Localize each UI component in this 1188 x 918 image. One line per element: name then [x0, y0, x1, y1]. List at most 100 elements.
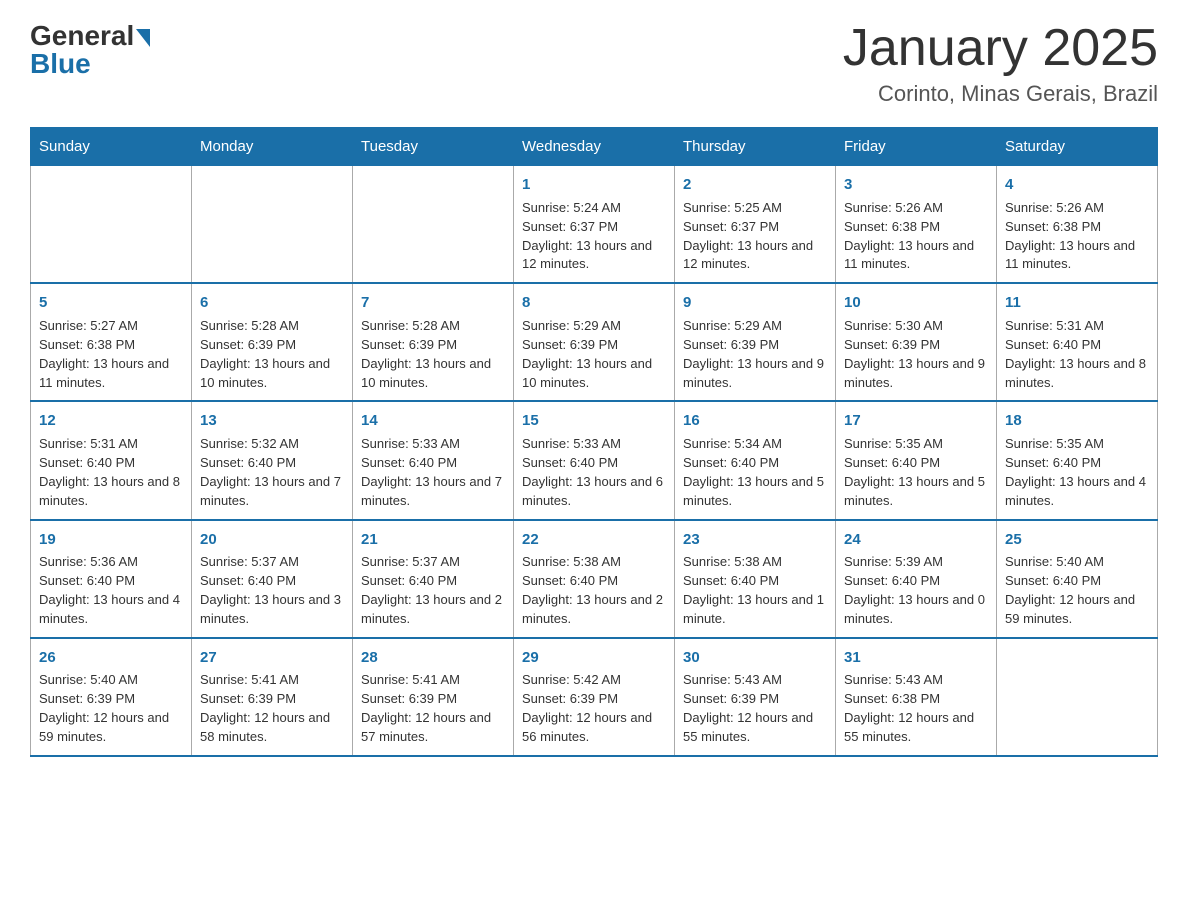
calendar-cell: 25Sunrise: 5:40 AMSunset: 6:40 PMDayligh… [997, 520, 1158, 638]
day-info: Daylight: 13 hours and 5 minutes. [683, 473, 827, 511]
calendar-cell: 31 Sunrise: 5:43 AMSunset: 6:38 PMDayligh… [836, 638, 997, 756]
day-info: Sunrise: 5:38 AM [683, 553, 827, 572]
day-number: 14 [361, 410, 505, 432]
day-number: 22 [522, 529, 666, 551]
calendar-cell: 4 Sunrise: 5:26 AMSunset: 6:38 PMDaylight… [997, 166, 1158, 284]
day-info: Sunset: 6:39 PM [683, 336, 827, 355]
calendar-cell: 11Sunrise: 5:31 AMSunset: 6:40 PMDayligh… [997, 283, 1158, 401]
day-number: 26 [39, 647, 183, 669]
logo-blue-text: Blue [30, 48, 91, 80]
day-info: Sunset: 6:38 PM [1005, 218, 1149, 237]
day-number: 27 [200, 647, 344, 669]
day-info: Sunrise: 5:37 AM [361, 553, 505, 572]
day-info: Sunset: 6:40 PM [844, 572, 988, 591]
day-info: Sunrise: 5:43 AM [844, 671, 988, 690]
day-info: Sunset: 6:39 PM [361, 690, 505, 709]
day-number: 31 [844, 647, 988, 669]
calendar-cell: 18Sunrise: 5:35 AMSunset: 6:40 PMDayligh… [997, 401, 1158, 519]
day-info: Daylight: 13 hours and 7 minutes. [200, 473, 344, 511]
day-info: Sunrise: 5:26 AM [1005, 199, 1149, 218]
calendar-cell: 16Sunrise: 5:34 AMSunset: 6:40 PMDayligh… [675, 401, 836, 519]
day-info: Sunset: 6:40 PM [844, 454, 988, 473]
day-info: Daylight: 13 hours and 4 minutes. [1005, 473, 1149, 511]
calendar-table: SundayMondayTuesdayWednesdayThursdayFrid… [30, 127, 1158, 757]
calendar-week-3: 12Sunrise: 5:31 AMSunset: 6:40 PMDayligh… [31, 401, 1158, 519]
day-info: Daylight: 12 hours and 58 minutes. [200, 709, 344, 747]
day-info: Sunrise: 5:42 AM [522, 671, 666, 690]
calendar-cell: 15Sunrise: 5:33 AMSunset: 6:40 PMDayligh… [514, 401, 675, 519]
day-number: 29 [522, 647, 666, 669]
calendar-cell: 5Sunrise: 5:27 AMSunset: 6:38 PMDaylight… [31, 283, 192, 401]
weekday-header-monday: Monday [192, 128, 353, 166]
day-info: Sunrise: 5:26 AM [844, 199, 988, 218]
day-number: 8 [522, 292, 666, 314]
day-number: 19 [39, 529, 183, 551]
calendar-cell: 7Sunrise: 5:28 AMSunset: 6:39 PMDaylight… [353, 283, 514, 401]
calendar-cell: 1Sunrise: 5:24 AMSunset: 6:37 PMDaylight… [514, 166, 675, 284]
calendar-cell: 9Sunrise: 5:29 AMSunset: 6:39 PMDaylight… [675, 283, 836, 401]
calendar-cell: 29Sunrise: 5:42 AMSunset: 6:39 PMDayligh… [514, 638, 675, 756]
day-info: Sunset: 6:40 PM [361, 454, 505, 473]
day-info: Daylight: 13 hours and 2 minutes. [361, 591, 505, 629]
calendar-cell: 13Sunrise: 5:32 AMSunset: 6:40 PMDayligh… [192, 401, 353, 519]
day-info: Sunset: 6:37 PM [683, 218, 827, 237]
day-info: Sunrise: 5:25 AM [683, 199, 827, 218]
title-block: January 2025 Corinto, Minas Gerais, Braz… [843, 20, 1158, 107]
day-info: Sunset: 6:38 PM [844, 690, 988, 709]
day-info: Sunrise: 5:36 AM [39, 553, 183, 572]
calendar-cell: 28Sunrise: 5:41 AMSunset: 6:39 PMDayligh… [353, 638, 514, 756]
calendar-cell: 19 Sunrise: 5:36 AMSunset: 6:40 PMDayligh… [31, 520, 192, 638]
calendar-cell: 20Sunrise: 5:37 AMSunset: 6:40 PMDayligh… [192, 520, 353, 638]
weekday-header-sunday: Sunday [31, 128, 192, 166]
day-info: Sunrise: 5:40 AM [39, 671, 183, 690]
day-info: Daylight: 13 hours and 11 minutes. [1005, 237, 1149, 275]
day-info: Sunrise: 5:33 AM [361, 435, 505, 454]
day-info: Sunrise: 5:35 AM [1005, 435, 1149, 454]
day-info: Daylight: 13 hours and 5 minutes. [844, 473, 988, 511]
day-info: Sunrise: 5:41 AM [200, 671, 344, 690]
day-info: Sunrise: 5:29 AM [522, 317, 666, 336]
calendar-cell: 21Sunrise: 5:37 AMSunset: 6:40 PMDayligh… [353, 520, 514, 638]
day-info: Daylight: 13 hours and 2 minutes. [522, 591, 666, 629]
calendar-cell: 6Sunrise: 5:28 AMSunset: 6:39 PMDaylight… [192, 283, 353, 401]
calendar-cell: 30Sunrise: 5:43 AMSunset: 6:39 PMDayligh… [675, 638, 836, 756]
calendar-cell: 8Sunrise: 5:29 AMSunset: 6:39 PMDaylight… [514, 283, 675, 401]
day-info: Daylight: 13 hours and 10 minutes. [200, 355, 344, 393]
calendar-cell [997, 638, 1158, 756]
day-info: Daylight: 13 hours and 0 minutes. [844, 591, 988, 629]
day-info: Sunset: 6:40 PM [39, 572, 183, 591]
day-info: Sunset: 6:38 PM [39, 336, 183, 355]
day-info: Sunset: 6:39 PM [361, 336, 505, 355]
calendar-cell: 26Sunrise: 5:40 AMSunset: 6:39 PMDayligh… [31, 638, 192, 756]
day-info: Sunset: 6:40 PM [200, 454, 344, 473]
calendar-cell: 17Sunrise: 5:35 AMSunset: 6:40 PMDayligh… [836, 401, 997, 519]
day-number: 4 [1005, 174, 1149, 196]
day-info: Daylight: 13 hours and 9 minutes. [844, 355, 988, 393]
day-info: Sunrise: 5:30 AM [844, 317, 988, 336]
day-info: Daylight: 13 hours and 8 minutes. [39, 473, 183, 511]
day-info: Sunset: 6:40 PM [683, 454, 827, 473]
weekday-header-wednesday: Wednesday [514, 128, 675, 166]
day-number: 5 [39, 292, 183, 314]
day-number: 10 [844, 292, 988, 314]
weekday-header-friday: Friday [836, 128, 997, 166]
day-info: Daylight: 13 hours and 11 minutes. [844, 237, 988, 275]
day-info: Daylight: 13 hours and 8 minutes. [1005, 355, 1149, 393]
day-info: Sunset: 6:40 PM [522, 572, 666, 591]
day-info: Daylight: 12 hours and 59 minutes. [1005, 591, 1149, 629]
day-info: Sunrise: 5:28 AM [361, 317, 505, 336]
day-info: Sunrise: 5:35 AM [844, 435, 988, 454]
day-info: Sunrise: 5:31 AM [39, 435, 183, 454]
day-number: 1 [522, 174, 666, 196]
day-info: Sunset: 6:40 PM [683, 572, 827, 591]
day-number: 3 [844, 174, 988, 196]
day-info: Sunrise: 5:33 AM [522, 435, 666, 454]
day-info: Daylight: 13 hours and 4 minutes. [39, 591, 183, 629]
calendar-cell [31, 166, 192, 284]
day-info: Daylight: 13 hours and 9 minutes. [683, 355, 827, 393]
calendar-header: SundayMondayTuesdayWednesdayThursdayFrid… [31, 128, 1158, 166]
day-number: 15 [522, 410, 666, 432]
day-info: Sunset: 6:39 PM [522, 690, 666, 709]
day-info: Daylight: 12 hours and 55 minutes. [844, 709, 988, 747]
day-info: Daylight: 13 hours and 12 minutes. [522, 237, 666, 275]
